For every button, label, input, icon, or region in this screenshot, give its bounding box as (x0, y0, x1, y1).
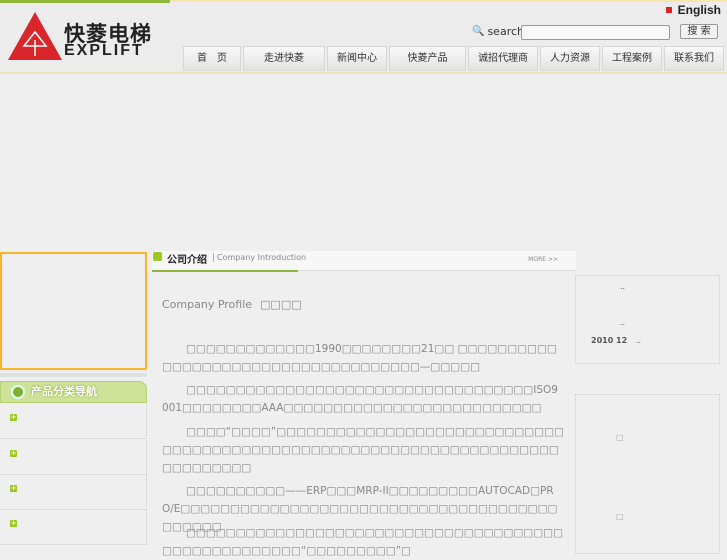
nav-about[interactable]: 走进快菱 (243, 46, 325, 71)
search-label: 🔍 search (472, 25, 524, 38)
main-nav: 首 页 走进快菱 新闻中心 快菱产品 诚招代理商 人力资源 工程案例 联系我们 (183, 46, 724, 71)
header-underline (152, 270, 298, 272)
logo-triangle-icon (8, 12, 62, 60)
nav-agents[interactable]: 诚招代理商 (468, 46, 538, 71)
category-item[interactable]: + (0, 404, 147, 439)
flag-icon (665, 7, 672, 13)
english-link[interactable]: English (665, 3, 721, 17)
plus-icon: + (10, 449, 17, 457)
search-icon: 🔍 (472, 26, 485, 37)
category-icon (11, 385, 25, 399)
intro-section-header: 公司介绍 Company Introduction MORE >> (152, 251, 576, 272)
search-button[interactable]: 搜 索 (680, 24, 718, 39)
search-text: search (487, 25, 524, 38)
search-input[interactable] (521, 25, 670, 40)
intro-subtitle: Company Introduction (213, 253, 306, 262)
top-accent-line (170, 0, 727, 2)
profile-cn: □□□□ (260, 298, 302, 311)
right-box-item[interactable]: □ (616, 512, 624, 521)
category-item[interactable]: + (0, 475, 147, 510)
nav-news[interactable]: 新闻中心 (327, 46, 387, 71)
logo[interactable]: 快菱电梯 EXPLIFT (6, 10, 166, 62)
divider (0, 373, 147, 377)
intro-paragraph: □□□□“□□□□”□□□□□□□□□□□□□□□□□□□□□□□□□□□□□□… (162, 426, 564, 474)
plus-icon: + (10, 484, 17, 492)
top-accent-line (0, 0, 170, 3)
profile-en: Company Profile (162, 298, 253, 311)
plus-icon: + (10, 413, 17, 421)
english-label: English (677, 3, 721, 17)
nav-hr[interactable]: 人力资源 (540, 46, 600, 71)
left-banner-box (0, 252, 147, 370)
right-box-item[interactable]: □ (616, 433, 624, 442)
news-date: 2010 12 (591, 336, 628, 345)
news-box: .. .. 2010 12 .. (575, 275, 720, 364)
nav-home[interactable]: 首 页 (183, 46, 241, 71)
intro-paragraph: □□□□□□□□□□□□□□□□□□□□□□□□□□□□□□□□□□□ISO90… (162, 384, 558, 414)
nav-products[interactable]: 快菱产品 (389, 46, 466, 71)
news-item[interactable]: .. (620, 282, 625, 291)
logo-text-en: EXPLIFT (64, 42, 144, 59)
nav-contact[interactable]: 联系我们 (664, 46, 724, 71)
more-link[interactable]: MORE >> (528, 256, 558, 263)
right-box: □ □ (575, 394, 720, 554)
category-item[interactable]: + (0, 510, 147, 545)
section-icon (153, 252, 162, 261)
news-item[interactable]: .. (620, 318, 625, 327)
header: 快菱电梯 EXPLIFT English 🔍 search 搜 索 首 页 走进快… (0, 0, 727, 74)
category-nav-title: 产品分类导航 (31, 385, 97, 398)
intro-paragraph: □□□□□□□□□□□□□□□□□□□□□□□□□□□□□□□□□□□□□□□□… (162, 527, 563, 557)
nav-cases[interactable]: 工程案例 (602, 46, 662, 71)
intro-paragraph: □□□□□□□□□□□□□1990□□□□□□□□21□□ □□□□□□□□□□… (162, 343, 557, 373)
category-item[interactable]: + (0, 440, 147, 475)
intro-title: 公司介绍 (167, 255, 207, 266)
plus-icon: + (10, 519, 17, 527)
profile-heading: Company Profile □□□□ (162, 298, 302, 311)
news-item[interactable]: .. (636, 336, 641, 345)
category-nav-header: 产品分类导航 (0, 381, 147, 403)
